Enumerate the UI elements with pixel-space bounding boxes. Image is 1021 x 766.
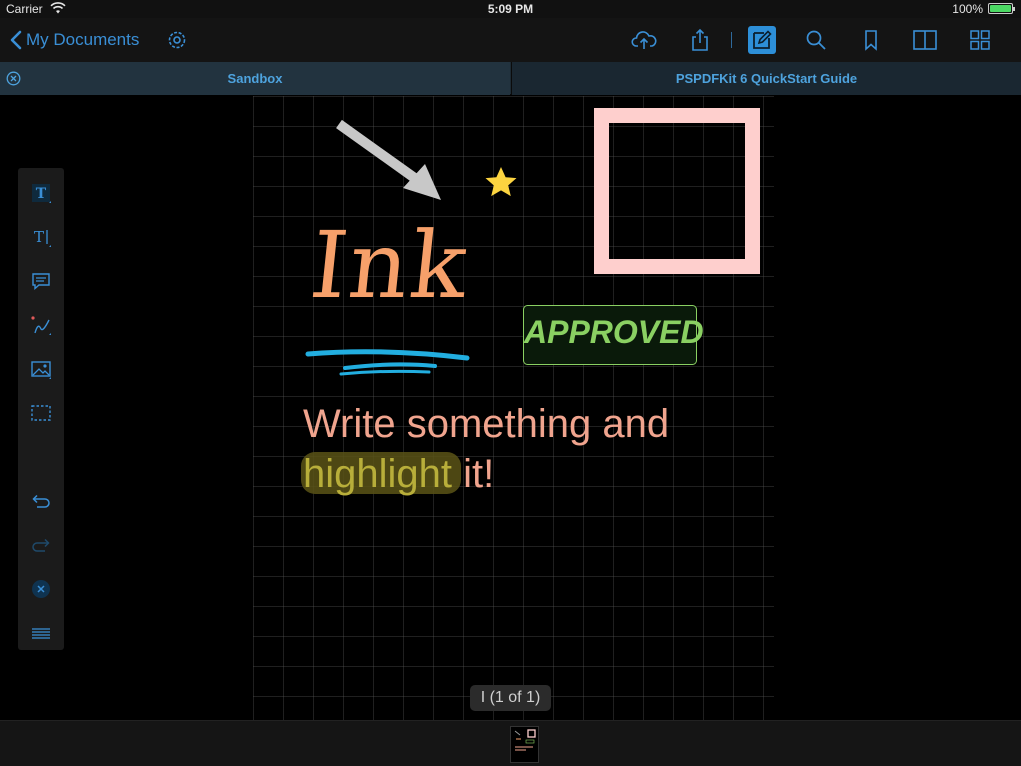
search-icon — [806, 30, 826, 50]
note-icon — [32, 273, 50, 291]
close-tab-button[interactable] — [6, 71, 21, 86]
svg-text:T: T — [36, 186, 47, 202]
free-text-line-1[interactable]: Write something and — [303, 400, 669, 448]
status-bar: Carrier 5:09 PM 100% — [0, 0, 1021, 18]
page-thumbnail[interactable] — [510, 726, 539, 763]
thumbnail-bar — [0, 720, 1021, 766]
close-circle-icon — [6, 71, 21, 86]
selection-tool[interactable] — [29, 401, 53, 425]
annotate-button[interactable] — [748, 26, 776, 54]
annotate-icon — [753, 30, 772, 49]
annotation-toolbar: T T — [18, 168, 64, 650]
navigation-bar: My Documents — [0, 18, 1021, 62]
free-text-line-2[interactable]: highlight it! — [303, 450, 494, 498]
redo-icon — [32, 538, 50, 552]
toolbar-separator — [731, 32, 732, 48]
share-button[interactable] — [686, 26, 714, 54]
undo-icon — [32, 494, 50, 508]
undo-button[interactable] — [29, 489, 53, 513]
selection-icon — [31, 405, 51, 421]
square-annotation[interactable] — [594, 108, 760, 274]
thumbnails-grid-button[interactable] — [966, 26, 994, 54]
star-icon[interactable] — [485, 167, 517, 197]
battery-fill — [990, 5, 1011, 12]
settings-button[interactable] — [165, 28, 189, 52]
close-toolbar-button[interactable] — [29, 577, 53, 601]
back-label: My Documents — [26, 30, 140, 49]
thumbnails-grid-icon — [970, 30, 990, 50]
note-tool[interactable] — [29, 269, 53, 293]
bookmark-icon — [865, 30, 877, 51]
free-text-rest: it! — [452, 452, 495, 496]
settings-icon — [168, 31, 186, 49]
more-menu-icon — [32, 628, 50, 639]
document-tab-bar: Sandbox PSPDFKit 6 QuickStart Guide — [0, 62, 1021, 95]
reader-view-icon — [913, 30, 937, 50]
reader-view-button[interactable] — [911, 26, 939, 54]
free-text-tool[interactable]: T — [29, 181, 53, 205]
tab-sandbox[interactable]: Sandbox — [0, 62, 510, 95]
svg-text:T: T — [34, 228, 44, 246]
search-button[interactable] — [802, 26, 830, 54]
clock-time: 5:09 PM — [487, 2, 534, 16]
close-icon — [32, 580, 50, 598]
ink-underline-annotation[interactable] — [305, 349, 470, 376]
battery-icon — [988, 3, 1015, 14]
image-tool[interactable] — [29, 357, 53, 381]
redo-button[interactable] — [29, 533, 53, 557]
more-menu-button[interactable] — [29, 621, 53, 645]
arrow-annotation[interactable] — [336, 119, 441, 200]
approved-stamp-text: APPROVED — [524, 314, 704, 350]
bookmark-button[interactable] — [857, 26, 885, 54]
cloud-upload-icon — [631, 31, 657, 49]
free-text-icon: T — [32, 184, 51, 203]
tab-quickstart-guide[interactable]: PSPDFKit 6 QuickStart Guide — [511, 62, 1021, 95]
cloud-upload-button[interactable] — [630, 26, 658, 54]
image-icon — [31, 361, 51, 379]
document-view[interactable]: Ink APPROVED Write something and highlig… — [0, 96, 1021, 720]
ink-pen-icon — [31, 316, 51, 335]
tab-label: PSPDFKit 6 QuickStart Guide — [675, 71, 858, 86]
chevron-left-icon — [10, 30, 22, 50]
page-number-label: I (1 of 1) — [470, 685, 551, 711]
battery-percent: 100% — [952, 2, 983, 16]
pdf-page[interactable]: Ink APPROVED Write something and highlig… — [253, 96, 774, 720]
text-callout-icon: T — [34, 228, 51, 247]
ink-annotation[interactable]: Ink — [305, 212, 474, 319]
ink-pen-tool[interactable] — [29, 313, 53, 337]
back-button[interactable]: My Documents — [10, 28, 139, 52]
highlighted-word: highlight — [303, 452, 453, 496]
share-icon — [692, 28, 708, 51]
thumbnail-preview-icon — [514, 729, 536, 751]
tab-label: Sandbox — [227, 71, 283, 86]
text-callout-tool[interactable]: T — [29, 225, 53, 249]
